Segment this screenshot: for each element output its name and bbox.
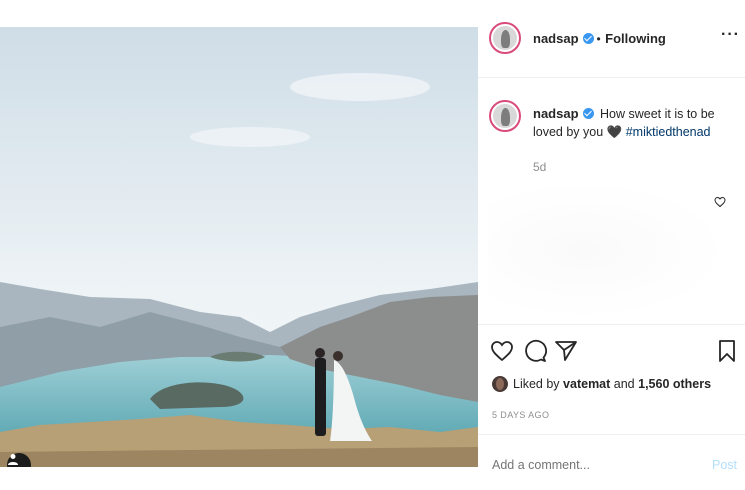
post-photo[interactable] <box>0 27 478 467</box>
liker-avatar[interactable] <box>492 376 508 392</box>
comment-icon[interactable] <box>523 339 547 363</box>
share-icon[interactable] <box>554 339 578 363</box>
heart-icon[interactable] <box>490 339 514 363</box>
comment-input[interactable] <box>492 458 672 472</box>
caption-like-heart-icon[interactable] <box>714 196 726 208</box>
wedding-landscape-image <box>0 27 478 467</box>
following-button[interactable]: Following <box>605 31 666 46</box>
follow-separator: • <box>596 32 601 46</box>
caption-author-avatar[interactable] <box>489 100 521 132</box>
more-options-icon[interactable]: ··· <box>721 26 740 44</box>
actions-divider <box>478 324 745 325</box>
comments-area <box>488 180 728 320</box>
liker-username[interactable]: vatemat <box>563 377 610 391</box>
comment-bar: Post <box>478 434 745 490</box>
caption-hashtag[interactable]: #miktiedthenad <box>626 125 711 139</box>
post-details-panel: nadsap • Following ··· nadsap How sweet i… <box>478 0 745 489</box>
verified-badge-icon <box>582 33 594 44</box>
tag-user-icon <box>8 454 18 465</box>
author-line: nadsap • Following <box>533 30 666 48</box>
likes-summary: Liked by vatemat and 1,560 others <box>492 376 711 392</box>
likes-count-link[interactable]: 1,560 others <box>638 377 711 391</box>
liked-and: and <box>613 377 635 391</box>
author-avatar[interactable] <box>489 22 521 54</box>
post-comment-button[interactable]: Post <box>712 458 737 472</box>
caption-username[interactable]: nadsap <box>533 106 579 121</box>
post-date: 5 DAYS AGO <box>492 410 550 420</box>
liked-by-prefix: Liked by <box>513 377 560 391</box>
post-header: nadsap • Following ··· <box>478 0 745 78</box>
caption-time-ago: 5d <box>533 160 547 174</box>
author-username[interactable]: nadsap <box>533 31 579 46</box>
caption-verified-badge-icon <box>582 108 594 119</box>
post-caption: nadsap How sweet it is to be loved by yo… <box>533 105 733 141</box>
black-heart-emoji: 🖤 <box>606 125 623 139</box>
bookmark-icon[interactable] <box>718 339 736 363</box>
